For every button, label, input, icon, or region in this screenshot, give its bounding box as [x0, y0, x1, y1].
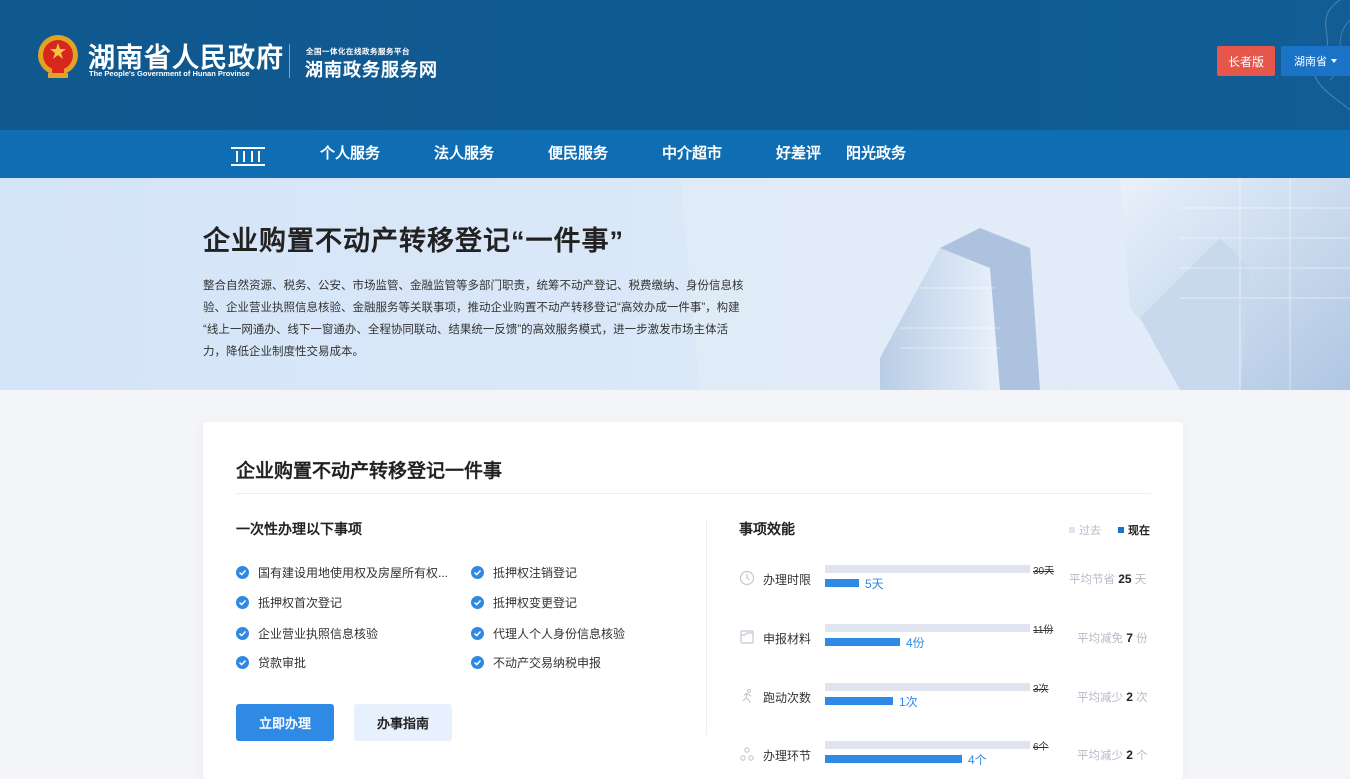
- metric-label: 跑动次数: [763, 691, 812, 705]
- running-person-icon: [742, 688, 752, 704]
- metric-saving: 平均节省 25 天: [1069, 571, 1146, 587]
- legend-past: 过去: [1069, 523, 1101, 537]
- apply-now-button[interactable]: 立即办理: [236, 704, 334, 741]
- saving-prefix: 平均减免: [1077, 633, 1123, 645]
- bar-now: [825, 755, 962, 763]
- saving-prefix: 平均节省: [1069, 574, 1115, 586]
- saving-value: 25: [1118, 572, 1132, 586]
- region-label: 湖南省: [1294, 56, 1327, 68]
- saving-unit: 个: [1136, 750, 1148, 762]
- bar-past-label: 30天: [1033, 566, 1055, 577]
- elder-mode-button[interactable]: 长者版: [1217, 46, 1275, 76]
- list-item[interactable]: 抵押权变更登记: [471, 594, 577, 610]
- list-item[interactable]: 代理人个人身份信息核验: [471, 625, 625, 641]
- banner-desc-line: 整合自然资源、税务、公安、市场监管、金融监管等多部门职责，统筹不动产登记、税费缴…: [203, 280, 744, 292]
- region-selector[interactable]: 湖南省: [1281, 46, 1350, 76]
- banner-description: 整合自然资源、税务、公安、市场监管、金融监管等多部门职责，统筹不动产登记、税费缴…: [203, 275, 863, 363]
- nav-item-agency-market[interactable]: 中介超市: [662, 130, 722, 178]
- item-label: 抵押权注销登记: [493, 565, 578, 580]
- card-title: 企业购置不动产转移登记一件事: [236, 461, 503, 482]
- saving-value: 2: [1126, 690, 1133, 704]
- check-circle-icon: [471, 626, 484, 640]
- saving-unit: 天: [1134, 574, 1147, 586]
- check-circle-icon: [236, 565, 249, 579]
- header-divider: [289, 44, 290, 78]
- check-circle-icon: [236, 626, 249, 640]
- saving-prefix: 平均减少: [1077, 692, 1123, 704]
- process-nodes-icon: [740, 747, 754, 761]
- list-item[interactable]: 贷款审批: [236, 654, 306, 670]
- item-label: 抵押权变更登记: [493, 595, 578, 610]
- nav-item-open-government[interactable]: 阳光政务: [846, 130, 906, 178]
- bar-now-label: 1次: [899, 695, 918, 709]
- bar-past-label: 11份: [1033, 625, 1054, 636]
- home-building-icon[interactable]: [230, 145, 266, 167]
- legend-past-swatch: [1069, 527, 1075, 533]
- item-label: 企业营业执照信息核验: [258, 626, 379, 641]
- legend-now-label: 现在: [1128, 525, 1150, 537]
- caret-down-icon: [1331, 59, 1337, 63]
- bar-now-label: 4个: [968, 753, 987, 767]
- legend-now-swatch: [1118, 527, 1124, 533]
- check-circle-icon: [471, 565, 484, 579]
- metric-saving: 平均减免 7 份: [1077, 630, 1148, 646]
- bar-now: [825, 579, 859, 587]
- document-icon: [740, 630, 754, 644]
- check-circle-icon: [471, 595, 484, 609]
- bar-past: [825, 565, 1030, 573]
- card-divider: [236, 493, 1151, 494]
- nav-item-legal-person[interactable]: 法人服务: [434, 130, 494, 178]
- metric-saving: 平均减少 2 个: [1077, 747, 1148, 763]
- banner-desc-line: “线上一网通办、线下一窗通办、全程协同联动、结果统一反馈”的高效服务模式，进一步…: [203, 324, 729, 336]
- metric-label: 办理时限: [763, 573, 812, 587]
- clock-icon: [739, 570, 755, 586]
- nav-item-convenience[interactable]: 便民服务: [548, 130, 608, 178]
- bar-past: [825, 741, 1030, 749]
- bar-past: [825, 683, 1030, 691]
- item-label: 抵押权首次登记: [258, 595, 343, 610]
- bar-now-label: 4份: [906, 636, 925, 650]
- item-label: 不动产交易纳税申报: [493, 655, 602, 670]
- metric-label: 办理环节: [763, 749, 812, 763]
- item-label: 代理人个人身份信息核验: [493, 626, 626, 641]
- bar-now: [825, 697, 893, 705]
- item-label: 贷款审批: [258, 655, 307, 670]
- column-divider: [706, 520, 707, 735]
- banner-desc-line: 验、企业营业执照信息核验、金融服务等关联事项，推动企业购置不动产转移登记“高效办…: [203, 302, 740, 314]
- efficiency-section-title: 事项效能: [739, 521, 795, 537]
- nav-item-personal[interactable]: 个人服务: [320, 130, 380, 178]
- bar-now-label: 5天: [865, 577, 884, 591]
- bar-past-label: 3次: [1033, 684, 1049, 695]
- list-item[interactable]: 抵押权注销登记: [471, 564, 577, 580]
- list-item[interactable]: 国有建设用地使用权及房屋所有权...: [236, 564, 448, 580]
- metric-label: 申报材料: [763, 632, 812, 646]
- gov-subtitle: The People's Government of Hunan Provinc…: [89, 69, 250, 78]
- saving-value: 2: [1126, 748, 1133, 762]
- bar-past-label: 6个: [1033, 742, 1049, 753]
- list-item[interactable]: 抵押权首次登记: [236, 594, 342, 610]
- check-circle-icon: [471, 655, 484, 669]
- list-item[interactable]: 不动产交易纳税申报: [471, 654, 601, 670]
- check-circle-icon: [236, 595, 249, 609]
- legend-past-label: 过去: [1079, 525, 1101, 537]
- platform-title[interactable]: 湖南政务服务网: [305, 56, 438, 82]
- legend-now: 现在: [1118, 523, 1150, 537]
- service-guide-button[interactable]: 办事指南: [354, 704, 452, 741]
- metric-saving: 平均减少 2 次: [1077, 689, 1148, 705]
- saving-prefix: 平均减少: [1077, 750, 1123, 762]
- bar-now: [825, 638, 900, 646]
- item-label: 国有建设用地使用权及房屋所有权...: [258, 565, 449, 580]
- nav-item-evaluation[interactable]: 好差评: [776, 130, 821, 178]
- items-section-title: 一次性办理以下事项: [236, 521, 362, 537]
- saving-unit: 份: [1136, 633, 1148, 645]
- banner-desc-line: 力，降低企业制度性交易成本。: [203, 346, 364, 358]
- bar-past: [825, 624, 1030, 632]
- saving-value: 7: [1126, 631, 1133, 645]
- check-circle-icon: [236, 655, 249, 669]
- saving-unit: 次: [1136, 692, 1148, 704]
- banner-title: 企业购置不动产转移登记“一件事”: [203, 226, 624, 256]
- national-emblem-icon: [38, 35, 78, 78]
- list-item[interactable]: 企业营业执照信息核验: [236, 625, 378, 641]
